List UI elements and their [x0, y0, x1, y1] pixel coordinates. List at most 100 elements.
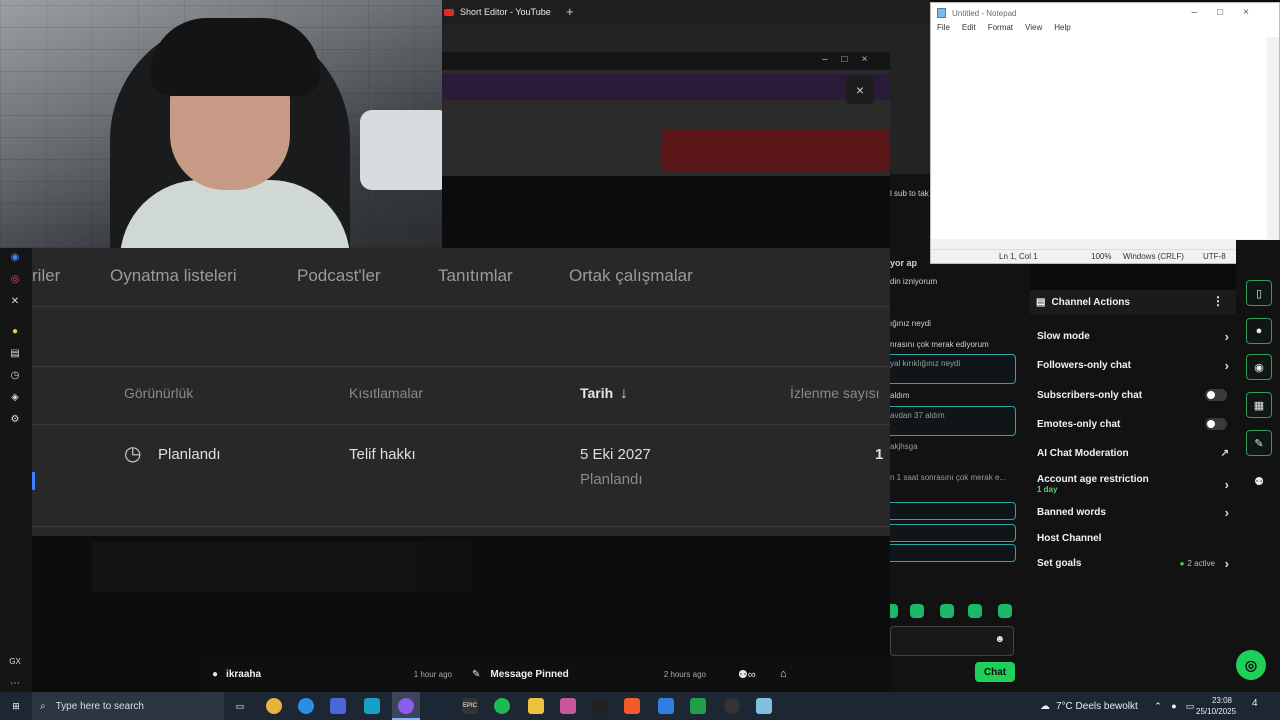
item-label: Followers-only chat	[1037, 359, 1131, 371]
banned-words-item[interactable]: Banned words ›	[1037, 501, 1229, 523]
tab-videos[interactable]: riler	[32, 266, 60, 286]
visibility-value[interactable]: Planlandı	[158, 446, 221, 463]
broadcast-icon[interactable]: ◉	[1246, 354, 1272, 380]
active-app-tab[interactable]	[392, 692, 420, 720]
close-icon[interactable]: ×	[846, 76, 874, 104]
notepad-taskbar-icon[interactable]	[756, 698, 772, 714]
emote-icon[interactable]	[890, 604, 898, 618]
subscribers-only-toggle[interactable]	[1205, 389, 1227, 401]
menu-help[interactable]: Help	[1054, 23, 1070, 37]
menu-file[interactable]: File	[937, 23, 950, 37]
chat-send-button[interactable]: Chat	[975, 662, 1015, 682]
chat-icon[interactable]: ●	[1246, 318, 1272, 344]
spotify-icon[interactable]	[494, 698, 510, 714]
recent-user: ikraaha	[226, 668, 262, 680]
menu-format[interactable]: Format	[988, 23, 1013, 37]
set-goals-item[interactable]: Set goals 2 active ›	[1037, 552, 1229, 574]
host-channel-item[interactable]: Host Channel	[1037, 527, 1229, 549]
account-age-item[interactable]: Account age restriction 1 day ›	[1037, 470, 1229, 498]
cards-icon[interactable]: ▤	[8, 346, 22, 360]
line-ending: Windows (CRLF)	[1123, 252, 1184, 261]
menu-view[interactable]: View	[1025, 23, 1042, 37]
chrome-icon[interactable]	[266, 698, 282, 714]
chat-message: akjhsga	[890, 442, 918, 451]
notification-icon[interactable]: 4	[1252, 698, 1258, 709]
folder-icon[interactable]	[528, 698, 544, 714]
chevron-up-icon[interactable]: ⌃	[1150, 698, 1166, 714]
chevron-right-icon: ›	[1224, 328, 1229, 344]
more-options-icon[interactable]: ⋮	[1212, 294, 1224, 308]
recent-follower[interactable]: ● ikraaha 1 hour ago	[212, 656, 452, 692]
encoding: UTF-8	[1203, 252, 1226, 261]
chat-highlight	[890, 524, 1016, 542]
column-date[interactable]: Tarih	[580, 385, 613, 401]
ai-moderation-item[interactable]: AI Chat Moderation ↗	[1037, 442, 1229, 464]
epic-icon[interactable]: EPIC	[462, 698, 478, 714]
steam-icon[interactable]	[428, 698, 444, 714]
chat-message: aldım	[890, 391, 910, 400]
channel-actions-panel: ▤ Channel Actions ⋮ Slow mode › Follower…	[1030, 290, 1236, 692]
settings-icon[interactable]: ⚙	[8, 412, 22, 426]
date-status: Planlandı	[580, 471, 643, 488]
photos-icon[interactable]	[560, 698, 576, 714]
notepad-statusbar: Ln 1, Col 1 100% Windows (CRLF) UTF-8	[931, 249, 1279, 263]
emote-icon[interactable]	[940, 604, 954, 618]
pin-icon: ✎	[472, 668, 481, 680]
chat-input[interactable]: ☻	[890, 626, 1014, 656]
instagram-icon[interactable]: ◎	[8, 272, 22, 286]
pinned-message[interactable]: ✎ Message Pinned 2 hours ago	[472, 656, 706, 692]
points-icon[interactable]: ⚉∞	[738, 656, 756, 692]
menu-edit[interactable]: Edit	[962, 23, 976, 37]
points-icon[interactable]: ⚉	[1246, 468, 1272, 494]
help-chat-icon[interactable]: ◎	[1236, 650, 1266, 680]
followers-only-item[interactable]: Followers-only chat ›	[1037, 354, 1229, 376]
vpn-icon[interactable]	[658, 698, 674, 714]
restriction-value[interactable]: Telif hakkı	[349, 446, 416, 463]
app-icon[interactable]	[364, 698, 380, 714]
store-icon[interactable]: ⌂	[780, 656, 787, 692]
tab-promotions[interactable]: Tanıtımlar	[438, 266, 513, 286]
taskbar-search[interactable]: ⌕ Type here to search	[32, 692, 224, 720]
item-label: Slow mode	[1037, 330, 1090, 342]
new-tab-button[interactable]: +	[566, 4, 574, 19]
layout-icon[interactable]: ▦	[1246, 392, 1272, 418]
brave-icon[interactable]	[624, 698, 640, 714]
emote-icon[interactable]	[910, 604, 924, 618]
tab-playlists[interactable]: Oynatma listeleri	[110, 266, 237, 286]
x-icon[interactable]: ✕	[8, 294, 22, 308]
cube-icon[interactable]: ◈	[8, 390, 22, 404]
emote-icon[interactable]	[998, 604, 1012, 618]
taskbar-clock[interactable]: 23:08 25/10/2025	[1196, 695, 1236, 717]
spotify-icon[interactable]: ●	[8, 324, 22, 338]
window-controls[interactable]: –□×	[822, 54, 881, 65]
microphone-icon[interactable]: ●	[1166, 698, 1182, 714]
edge-icon[interactable]	[298, 698, 314, 714]
messenger-icon[interactable]: ◉	[8, 250, 22, 264]
discord-icon[interactable]	[330, 698, 346, 714]
clock-icon[interactable]: ◷	[8, 368, 22, 382]
chevron-right-icon: ›	[1224, 555, 1229, 571]
task-view-icon[interactable]: ▭	[232, 698, 248, 714]
obs-icon[interactable]	[592, 698, 608, 714]
tab-collaborations[interactable]: Ortak çalışmalar	[569, 266, 693, 286]
emotes-only-toggle[interactable]	[1205, 418, 1227, 430]
row-selection-marker	[32, 472, 35, 490]
notepad-window-controls[interactable]: –□×	[1192, 7, 1269, 18]
notes-icon[interactable]: ▯	[1246, 280, 1272, 306]
sort-arrow-icon[interactable]: ↓	[620, 385, 628, 403]
emoji-icon[interactable]: ☻	[994, 634, 1005, 645]
content-table: riler Oynatma listeleri Podcast'ler Tanı…	[32, 248, 890, 536]
notepad-text-area[interactable]	[933, 37, 1267, 239]
wrench-icon[interactable]: ✎	[1246, 430, 1272, 456]
tab-short-editor[interactable]: Short Editor - YouTube	[442, 0, 562, 24]
more-icon[interactable]: ⋯	[8, 676, 22, 690]
windows-start-icon[interactable]: ⊞	[8, 698, 24, 714]
slow-mode-item[interactable]: Slow mode ›	[1037, 325, 1229, 347]
emote-icon[interactable]	[968, 604, 982, 618]
vertical-scrollbar[interactable]	[1267, 37, 1279, 239]
tab-podcasts[interactable]: Podcast'ler	[297, 266, 381, 286]
weather-widget[interactable]: ☁ 7°C Deels bewolkt	[1040, 692, 1138, 720]
notepad-menubar: File Edit Format View Help	[931, 23, 1279, 37]
xbox-icon[interactable]	[690, 698, 706, 714]
capture-icon[interactable]	[724, 698, 740, 714]
